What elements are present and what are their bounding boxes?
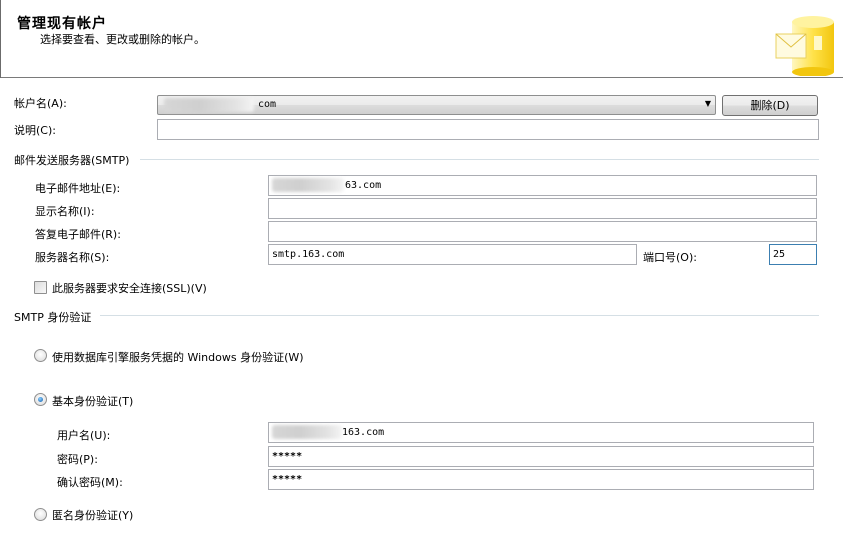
anonymous-auth-radio[interactable] (34, 508, 47, 521)
server-name-label: 服务器名称(S): (35, 251, 110, 264)
confirm-password-field[interactable]: ***** (268, 469, 814, 490)
account-name-label: 帐户名(A): (14, 97, 67, 110)
windows-auth-label[interactable]: 使用数据库引擎服务凭据的 Windows 身份验证(W) (52, 349, 304, 365)
email-label: 电子邮件地址(E): (35, 182, 121, 195)
display-name-field[interactable] (268, 198, 817, 219)
redacted-account-name (164, 98, 254, 112)
description-label: 说明(C): (14, 124, 56, 137)
reply-email-label: 答复电子邮件(R): (35, 228, 121, 241)
smtp-group-divider (140, 159, 819, 160)
email-value: 63.com (345, 180, 382, 191)
delete-button[interactable]: 删除(D) (722, 95, 818, 116)
account-name-value: com (258, 99, 277, 110)
basic-auth-label[interactable]: 基本身份验证(T) (52, 393, 133, 409)
chevron-down-icon: ▼ (704, 99, 711, 108)
confirm-password-label: 确认密码(M): (57, 476, 123, 489)
ssl-label[interactable]: 此服务器要求安全连接(SSL)(V) (52, 280, 207, 296)
password-field[interactable]: ***** (268, 446, 814, 467)
basic-auth-radio[interactable] (34, 393, 47, 406)
auth-group-divider (100, 315, 819, 316)
port-field[interactable]: 25 (769, 244, 817, 265)
windows-auth-radio[interactable] (34, 349, 47, 362)
password-label: 密码(P): (57, 453, 98, 466)
reply-email-field[interactable] (268, 221, 817, 242)
description-field[interactable] (157, 119, 819, 140)
port-label: 端口号(O): (643, 251, 697, 264)
auth-group-title: SMTP 身份验证 (14, 311, 92, 324)
username-value: 163.com (342, 427, 385, 438)
page-title: 管理现有帐户 (17, 16, 107, 32)
page-subtitle: 选择要查看、更改或删除的帐户。 (40, 33, 205, 46)
database-mail-icon (775, 16, 834, 76)
email-field[interactable]: 63.com (268, 175, 817, 196)
username-label: 用户名(U): (57, 429, 111, 442)
smtp-group-title: 邮件发送服务器(SMTP) (14, 154, 130, 167)
anonymous-auth-label[interactable]: 匿名身份验证(Y) (52, 507, 133, 523)
username-field[interactable]: 163.com (268, 422, 814, 443)
account-name-combo[interactable]: com ▼ (157, 95, 716, 115)
header-edge (0, 0, 1, 78)
server-name-field[interactable]: smtp.163.com (268, 244, 637, 265)
redacted-email (272, 178, 344, 192)
ssl-checkbox[interactable] (34, 281, 47, 294)
dialog-header: 管理现有帐户 选择要查看、更改或删除的帐户。 (0, 0, 843, 78)
redacted-username (272, 425, 342, 439)
display-name-label: 显示名称(I): (35, 205, 95, 218)
account-form: 帐户名(A): com ▼ 删除(D) 说明(C): 邮件发送服务器(SMTP)… (0, 79, 843, 533)
